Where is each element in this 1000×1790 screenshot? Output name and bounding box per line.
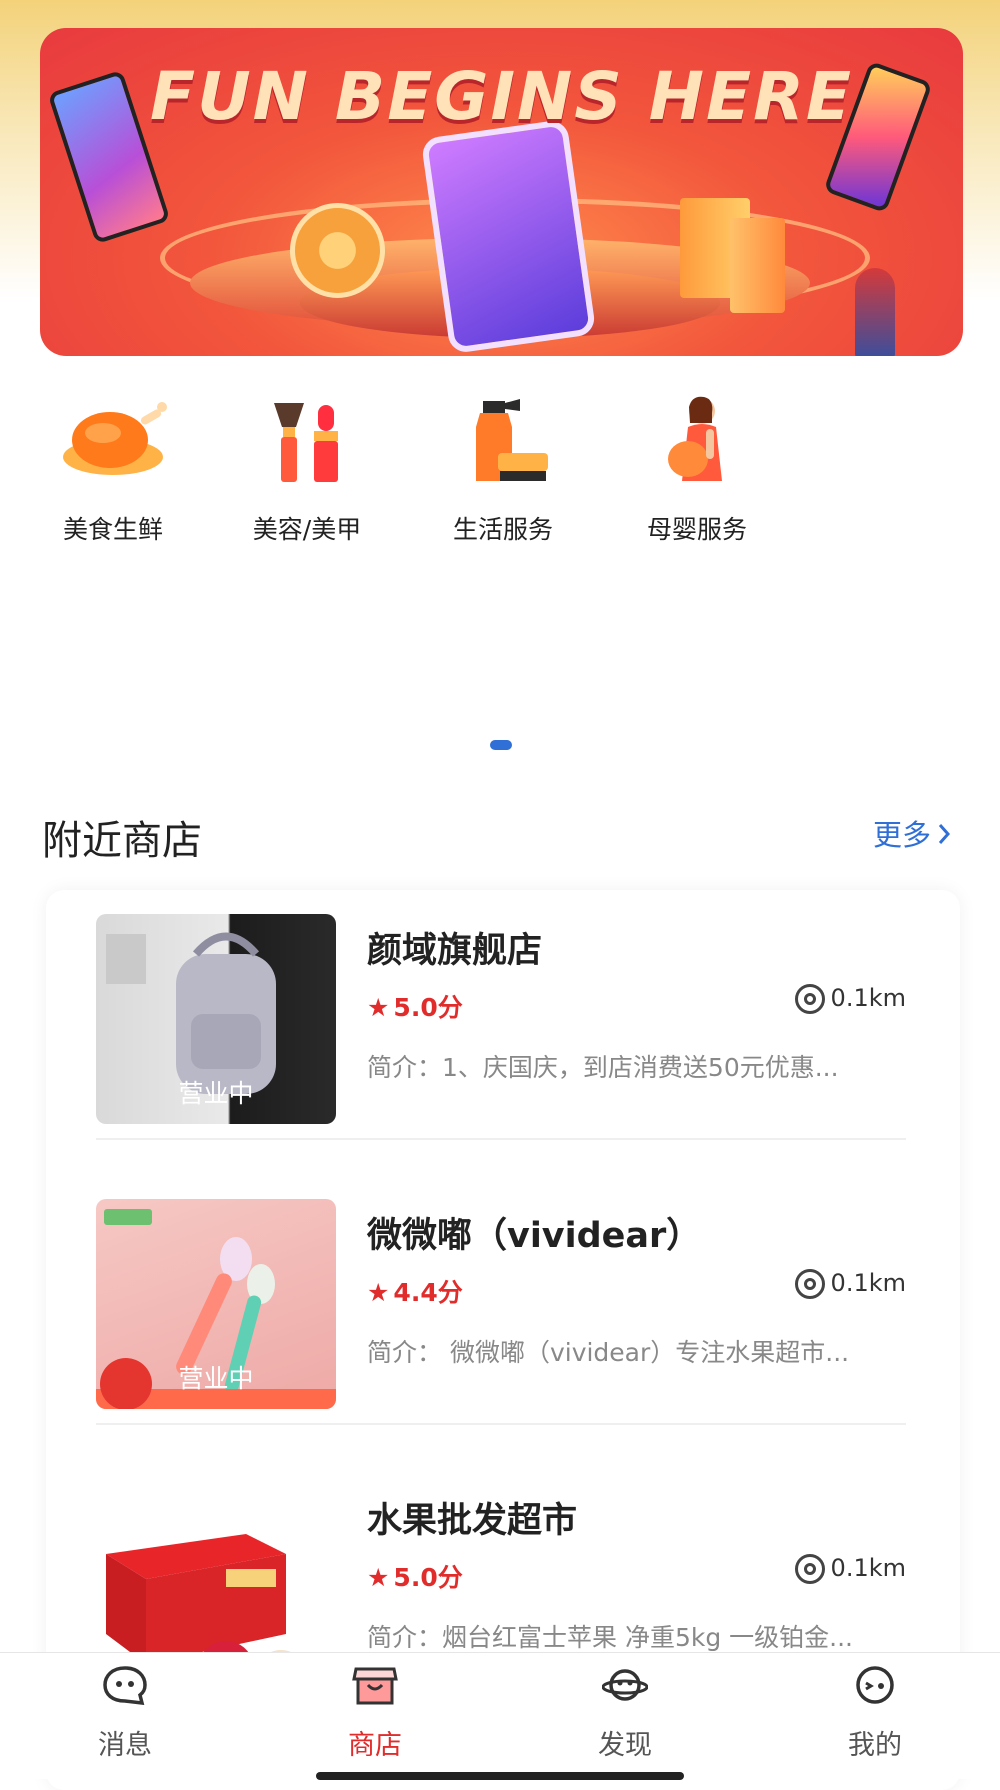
divider <box>96 1423 906 1425</box>
location-pin-icon <box>794 1554 825 1584</box>
rating-value: 5.0分 <box>393 993 463 1022</box>
tab-profile[interactable]: 我的 <box>815 1665 935 1762</box>
pregnant-woman-icon <box>642 395 752 485</box>
divider <box>96 1138 906 1140</box>
home-indicator <box>316 1772 684 1780</box>
makeup-brush-lipstick-icon <box>252 395 362 485</box>
rating-value: 4.4分 <box>393 1278 463 1307</box>
store-distance: 0.1km <box>794 1554 906 1584</box>
nearby-stores-title: 附近商店 <box>42 818 202 864</box>
store-name: 微微嘟（vividear） <box>367 1216 702 1256</box>
banner-person-image <box>855 268 895 356</box>
store-name: 水果批发超市 <box>367 1501 578 1541</box>
star-icon: ★ <box>367 1278 390 1307</box>
distance-value: 0.1km <box>830 984 906 1012</box>
store-status-badge: 营业中 <box>178 1364 254 1393</box>
location-pin-icon <box>794 984 825 1014</box>
category-label: 母婴服务 <box>646 515 747 544</box>
roast-chicken-icon <box>58 395 168 485</box>
star-icon: ★ <box>367 993 390 1022</box>
chevron-right-icon <box>937 818 951 852</box>
store-description: 简介：烟台红富士苹果 净重5kg 一级铂金... <box>367 1623 853 1652</box>
chat-face-icon <box>102 1665 148 1706</box>
tab-label: 发现 <box>598 1730 652 1761</box>
store-rating: ★ 4.4分 <box>367 1273 463 1309</box>
category-beauty[interactable]: 美容/美甲 <box>222 395 392 546</box>
store-item[interactable]: 营业中 颜域旗舰店 ★ 5.0分 0.1km 简介：1、庆国庆，到店消费送50元优… <box>71 890 931 1140</box>
category-label: 生活服务 <box>452 515 553 544</box>
store-description: 简介：1、庆国庆，到店消费送50元优惠... <box>367 1053 839 1082</box>
store-thumbnail: 营业中 <box>96 1199 336 1409</box>
category-page-indicator <box>490 740 512 750</box>
tab-shop[interactable]: 商店 <box>315 1665 435 1762</box>
shop-icon <box>352 1665 398 1705</box>
store-item[interactable]: 营业中 微微嘟（vividear） ★ 4.4分 0.1km 简介： 微微嘟（vi… <box>71 1175 931 1425</box>
store-rating: ★ 5.0分 <box>367 988 463 1024</box>
banner-ferris-wheel-image <box>290 203 385 298</box>
location-pin-icon <box>794 1269 825 1299</box>
bottom-tab-bar: 消息 商店 发现 我的 <box>0 1652 1000 1779</box>
tab-label: 商店 <box>348 1730 402 1761</box>
store-distance: 0.1km <box>794 984 906 1014</box>
category-label: 美容/美甲 <box>252 515 362 544</box>
category-label: 美食生鲜 <box>62 515 163 544</box>
cleaning-spray-brush-icon <box>448 395 558 485</box>
store-rating: ★ 5.0分 <box>367 1558 463 1594</box>
store-thumbnail: 营业中 <box>96 914 336 1124</box>
banner-headline: FUN BEGINS HERE <box>150 58 853 135</box>
category-maternity[interactable]: 母婴服务 <box>612 395 782 546</box>
category-life-service[interactable]: 生活服务 <box>418 395 588 546</box>
tab-discover[interactable]: 发现 <box>565 1665 685 1762</box>
distance-value: 0.1km <box>830 1269 906 1297</box>
promo-banner[interactable]: FUN BEGINS HERE <box>40 28 963 356</box>
category-food[interactable]: 美食生鲜 <box>28 395 198 546</box>
star-icon: ★ <box>367 1563 390 1592</box>
store-name: 颜域旗舰店 <box>367 931 543 971</box>
more-label: 更多 <box>873 818 932 852</box>
store-description: 简介： 微微嘟（vividear）专注水果超市... <box>367 1338 850 1367</box>
tab-label: 我的 <box>848 1730 902 1761</box>
planet-face-icon <box>601 1665 649 1705</box>
store-distance: 0.1km <box>794 1269 906 1299</box>
store-status-badge: 营业中 <box>178 1079 254 1108</box>
distance-value: 0.1km <box>830 1554 906 1582</box>
tab-messages[interactable]: 消息 <box>65 1665 185 1762</box>
more-stores-link[interactable]: 更多 <box>873 812 951 854</box>
banner-gift-box-image <box>730 218 785 313</box>
tab-label: 消息 <box>98 1730 152 1761</box>
banner-phone-center-image <box>420 118 597 355</box>
rating-value: 5.0分 <box>393 1563 463 1592</box>
wink-face-icon <box>852 1665 898 1705</box>
